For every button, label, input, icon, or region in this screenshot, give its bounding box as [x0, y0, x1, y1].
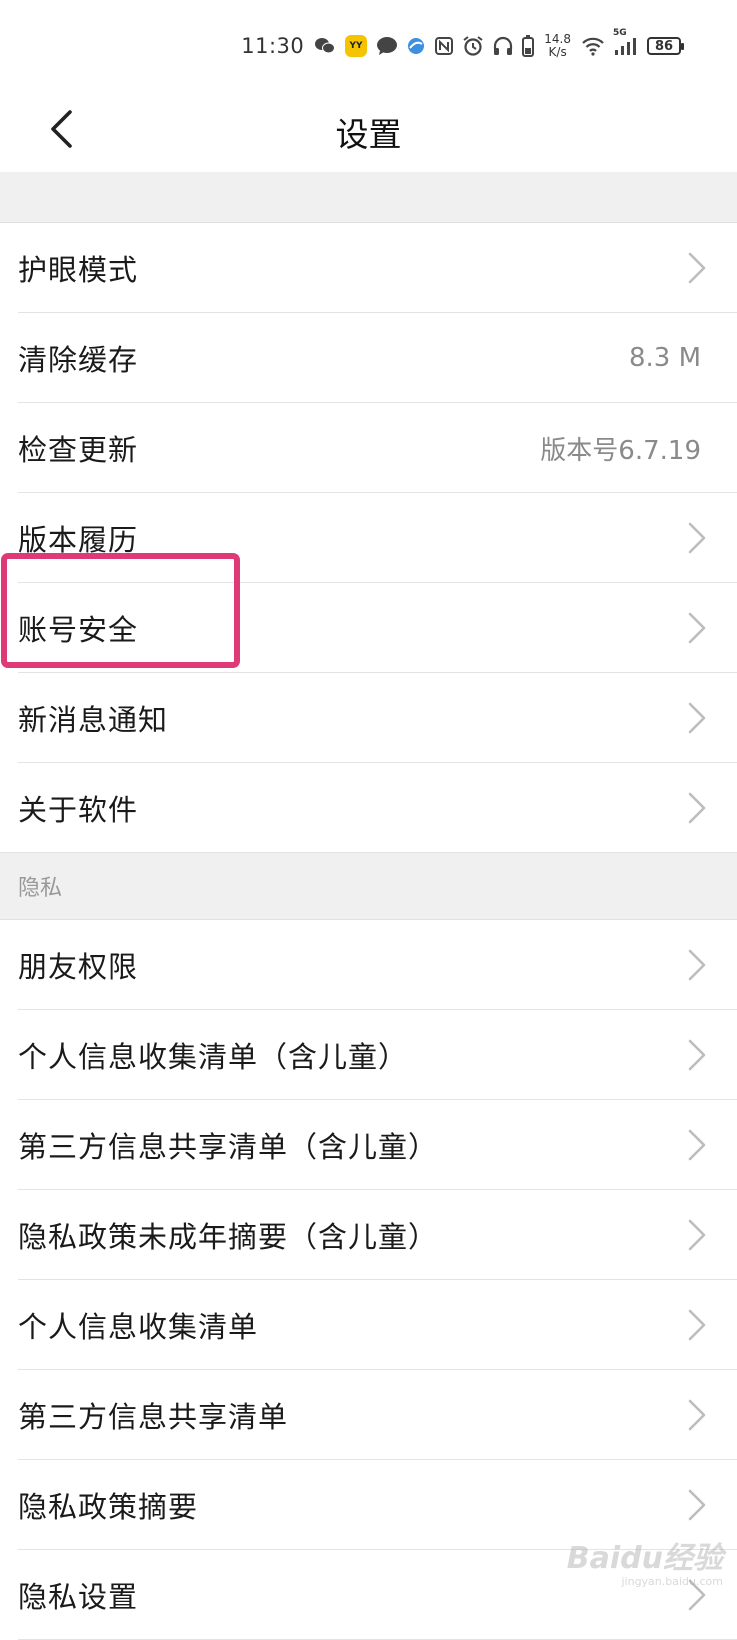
settings-item-label: 版本履历 — [18, 523, 139, 557]
chevron-left-icon — [48, 109, 74, 153]
chevron-right-icon — [685, 701, 709, 735]
settings-item-eye-protection[interactable]: 护眼模式 — [0, 223, 737, 313]
settings-item-minor-privacy-summary[interactable]: 隐私政策未成年摘要（含儿童） — [0, 1190, 737, 1280]
svg-text:YY: YY — [349, 41, 364, 51]
chevron-right-icon — [685, 1488, 709, 1522]
settings-item-label: 第三方信息共享清单（含儿童） — [18, 1130, 439, 1164]
settings-item-label: 检查更新 — [18, 433, 139, 467]
signal-icon: 5G — [613, 28, 639, 56]
wechat-icon — [314, 36, 336, 56]
privacy-section-header: 隐私 — [0, 853, 737, 920]
cache-size-value: 8.3 M — [628, 343, 701, 373]
nfc-icon — [434, 36, 454, 56]
settings-item-label: 个人信息收集清单 — [18, 1310, 259, 1344]
settings-item-label: 新消息通知 — [18, 703, 169, 737]
settings-item-privacy-summary[interactable]: 隐私政策摘要 — [0, 1460, 737, 1550]
settings-item-friend-permissions[interactable]: 朋友权限 — [0, 920, 737, 1010]
headphones-icon — [492, 35, 514, 57]
browser-icon — [406, 36, 426, 56]
version-value: 版本号6.7.19 — [540, 435, 701, 466]
battery-indicator: 86 — [647, 37, 684, 55]
settings-item-label: 护眼模式 — [18, 253, 139, 287]
settings-item-label: 朋友权限 — [18, 950, 139, 984]
network-type: 5G — [613, 28, 627, 38]
wifi-icon — [581, 36, 605, 56]
settings-item-third-party-sharing-children[interactable]: 第三方信息共享清单（含儿童） — [0, 1100, 737, 1190]
settings-item-label: 隐私政策摘要 — [18, 1490, 199, 1524]
status-icons: YY 14.8 K/s 5G 86 — [314, 28, 684, 59]
chevron-right-icon — [685, 1218, 709, 1252]
back-button[interactable] — [36, 106, 86, 156]
alarm-icon — [462, 35, 484, 57]
chevron-right-icon — [685, 1398, 709, 1432]
settings-item-label: 账号安全 — [18, 613, 139, 647]
general-settings-list: 护眼模式 清除缓存 8.3 M 检查更新 版本号6.7.19 版本履历 账号安全… — [0, 223, 737, 853]
settings-item-about[interactable]: 关于软件 — [0, 763, 737, 853]
settings-item-check-update[interactable]: 检查更新 版本号6.7.19 — [0, 403, 737, 493]
settings-item-label: 隐私政策未成年摘要（含儿童） — [18, 1220, 439, 1254]
battery-saver-icon — [522, 35, 535, 57]
chevron-right-icon — [685, 948, 709, 982]
settings-item-label: 清除缓存 — [18, 343, 139, 377]
page-title: 设置 — [335, 115, 402, 154]
settings-item-privacy-settings[interactable]: 隐私设置 — [0, 1550, 737, 1640]
settings-item-label: 个人信息收集清单（含儿童） — [18, 1040, 409, 1074]
privacy-settings-list: 朋友权限 个人信息收集清单（含儿童） 第三方信息共享清单（含儿童） 隐私政策未成… — [0, 920, 737, 1640]
settings-item-label: 关于软件 — [18, 793, 139, 827]
settings-item-personal-info-list[interactable]: 个人信息收集清单 — [0, 1280, 737, 1370]
yy-app-icon: YY — [344, 34, 368, 58]
chevron-right-icon — [685, 611, 709, 645]
chevron-right-icon — [685, 251, 709, 285]
settings-item-label: 第三方信息共享清单 — [18, 1400, 289, 1434]
chevron-right-icon — [685, 1038, 709, 1072]
chevron-right-icon — [685, 1578, 709, 1612]
status-time: 11:30 — [241, 34, 305, 58]
settings-item-version-history[interactable]: 版本履历 — [0, 493, 737, 583]
settings-item-clear-cache[interactable]: 清除缓存 8.3 M — [0, 313, 737, 403]
settings-item-label: 隐私设置 — [18, 1580, 139, 1614]
speed-unit: K/s — [548, 45, 567, 59]
network-speed: 14.8 K/s — [544, 33, 571, 59]
chevron-right-icon — [685, 521, 709, 555]
nav-bar: 设置 — [0, 92, 737, 172]
message-icon — [376, 36, 398, 56]
settings-item-account-security[interactable]: 账号安全 — [0, 583, 737, 673]
chevron-right-icon — [685, 791, 709, 825]
section-spacer — [0, 172, 737, 223]
chevron-right-icon — [685, 1128, 709, 1162]
chevron-right-icon — [685, 1308, 709, 1342]
settings-item-personal-info-list-children[interactable]: 个人信息收集清单（含儿童） — [0, 1010, 737, 1100]
settings-item-new-message-notification[interactable]: 新消息通知 — [0, 673, 737, 763]
section-title: 隐私 — [18, 876, 63, 901]
status-bar: 11:30 YY 14.8 K/s 5G 86 — [0, 0, 737, 92]
settings-item-third-party-sharing[interactable]: 第三方信息共享清单 — [0, 1370, 737, 1460]
